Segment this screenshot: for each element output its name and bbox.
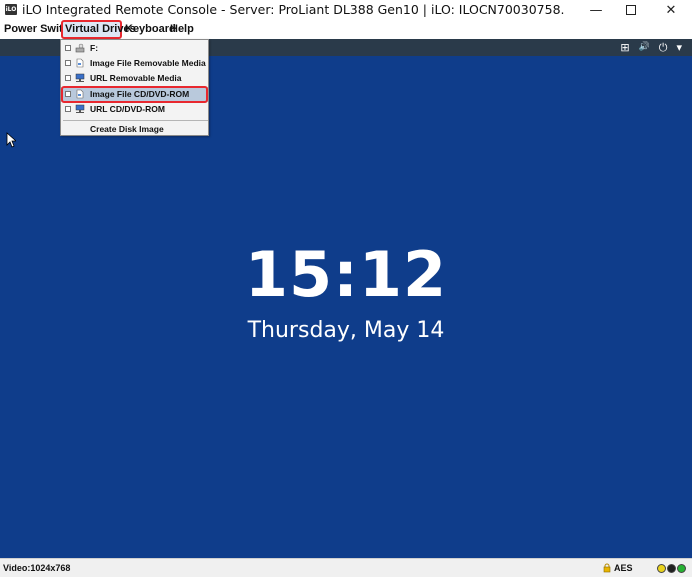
ilo-app-icon: iLO	[5, 4, 17, 15]
menu-item-url-removable[interactable]: URL Removable Media	[61, 71, 208, 86]
network-drive-icon	[75, 104, 85, 113]
maximize-icon	[626, 5, 636, 15]
status-led-yellow	[657, 564, 666, 573]
menu-separator	[63, 120, 208, 121]
menu-help[interactable]: Help	[170, 20, 194, 39]
network-icon[interactable]: ⊞	[620, 41, 629, 55]
menu-keyboard[interactable]: Keyboard	[125, 20, 176, 39]
menu-bar: Power Switch Virtual Drives Keyboard Hel…	[0, 20, 692, 39]
status-led-green	[677, 564, 686, 573]
selection-highlight-box	[61, 86, 208, 103]
status-bar: Video:1024x768 AES	[0, 558, 692, 577]
file-icon	[76, 58, 84, 68]
virtual-drives-menu: F: Image File Removable Media URL Remova…	[60, 39, 209, 136]
lock-screen-date: Thursday, May 14	[247, 318, 445, 343]
window-title: iLO Integrated Remote Console - Server: …	[22, 2, 565, 17]
status-led-black	[667, 564, 676, 573]
lock-icon	[603, 563, 611, 573]
menu-item-label: Image File Removable Media	[90, 58, 206, 68]
video-resolution: Video:1024x768	[3, 563, 71, 573]
menu-item-f-drive[interactable]: F:	[61, 41, 208, 56]
menu-item-label: Create Disk Image	[90, 124, 164, 134]
close-button[interactable]: ✕	[654, 0, 688, 20]
menu-item-image-file-removable[interactable]: Image File Removable Media	[61, 56, 208, 71]
menu-item-label: F:	[90, 43, 99, 53]
minimize-icon: —	[589, 2, 603, 18]
menu-item-url-cd-dvd[interactable]: URL CD/DVD-ROM	[61, 102, 208, 117]
menu-virtual-drives[interactable]: Virtual Drives	[61, 20, 136, 39]
menu-item-label: URL CD/DVD-ROM	[90, 104, 165, 114]
network-drive-icon	[75, 73, 85, 82]
encryption-status: AES	[614, 563, 633, 573]
close-icon: ✕	[665, 2, 677, 18]
power-icon[interactable]: ⏻	[659, 41, 668, 55]
lock-screen-clock: 15:12	[244, 238, 448, 311]
minimize-button[interactable]: —	[579, 0, 613, 20]
checkbox[interactable]	[65, 75, 71, 81]
menu-item-label: URL Removable Media	[90, 73, 182, 83]
mouse-cursor-icon	[6, 132, 16, 148]
checkbox[interactable]	[65, 60, 71, 66]
maximize-button[interactable]	[614, 0, 648, 20]
chevron-down-icon[interactable]: ▾	[676, 41, 682, 55]
checkbox[interactable]	[65, 106, 71, 112]
drive-icon	[75, 43, 85, 53]
speaker-icon[interactable]: 🔊	[639, 41, 650, 55]
title-bar: iLO iLO Integrated Remote Console - Serv…	[0, 0, 692, 20]
menu-item-create-disk-image[interactable]: Create Disk Image	[61, 122, 208, 137]
checkbox[interactable]	[65, 45, 71, 51]
